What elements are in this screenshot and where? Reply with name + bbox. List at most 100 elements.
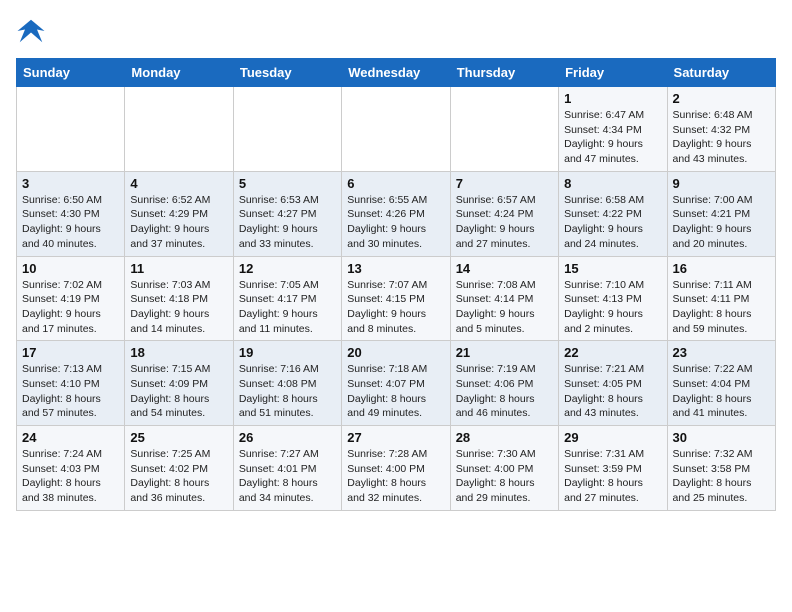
weekday-header-row: SundayMondayTuesdayWednesdayThursdayFrid… — [17, 59, 776, 87]
weekday-header-monday: Monday — [125, 59, 233, 87]
day-cell — [450, 87, 558, 172]
day-info: Sunrise: 7:10 AMSunset: 4:13 PMDaylight:… — [564, 278, 661, 337]
day-info: Sunrise: 7:28 AMSunset: 4:00 PMDaylight:… — [347, 447, 444, 506]
day-info: Sunrise: 6:53 AMSunset: 4:27 PMDaylight:… — [239, 193, 336, 252]
logo-icon — [16, 16, 46, 46]
day-info: Sunrise: 6:57 AMSunset: 4:24 PMDaylight:… — [456, 193, 553, 252]
day-info: Sunrise: 7:15 AMSunset: 4:09 PMDaylight:… — [130, 362, 227, 421]
day-number: 18 — [130, 345, 227, 360]
day-info: Sunrise: 6:55 AMSunset: 4:26 PMDaylight:… — [347, 193, 444, 252]
week-row-5: 24Sunrise: 7:24 AMSunset: 4:03 PMDayligh… — [17, 426, 776, 511]
day-cell: 4 Sunrise: 6:52 AMSunset: 4:29 PMDaylight… — [125, 171, 233, 256]
day-number: 10 — [22, 261, 119, 276]
weekday-header-friday: Friday — [559, 59, 667, 87]
week-row-1: 1 Sunrise: 6:47 AMSunset: 4:34 PMDaylight… — [17, 87, 776, 172]
day-cell: 29 Sunrise: 7:31 AMSunset: 3:59 PMDayligh… — [559, 426, 667, 511]
day-info: Sunrise: 7:27 AMSunset: 4:01 PMDaylight:… — [239, 447, 336, 506]
day-info: Sunrise: 6:47 AMSunset: 4:34 PMDaylight:… — [564, 108, 661, 167]
calendar-table: SundayMondayTuesdayWednesdayThursdayFrid… — [16, 58, 776, 511]
day-number: 21 — [456, 345, 553, 360]
weekday-header-saturday: Saturday — [667, 59, 775, 87]
day-cell: 17 Sunrise: 7:13 AMSunset: 4:10 PMDayligh… — [17, 341, 125, 426]
day-cell — [233, 87, 341, 172]
day-number: 30 — [673, 430, 770, 445]
day-cell: 19 Sunrise: 7:16 AMSunset: 4:08 PMDayligh… — [233, 341, 341, 426]
day-number: 12 — [239, 261, 336, 276]
day-info: Sunrise: 6:52 AMSunset: 4:29 PMDaylight:… — [130, 193, 227, 252]
day-cell — [125, 87, 233, 172]
day-cell: 15 Sunrise: 7:10 AMSunset: 4:13 PMDayligh… — [559, 256, 667, 341]
week-row-3: 10 Sunrise: 7:02 AMSunset: 4:19 PMDayligh… — [17, 256, 776, 341]
day-cell — [17, 87, 125, 172]
day-number: 8 — [564, 176, 661, 191]
day-cell — [342, 87, 450, 172]
day-cell: 3 Sunrise: 6:50 AMSunset: 4:30 PMDaylight… — [17, 171, 125, 256]
day-cell: 6 Sunrise: 6:55 AMSunset: 4:26 PMDaylight… — [342, 171, 450, 256]
day-cell: 21 Sunrise: 7:19 AMSunset: 4:06 PMDayligh… — [450, 341, 558, 426]
weekday-header-tuesday: Tuesday — [233, 59, 341, 87]
day-cell: 11 Sunrise: 7:03 AMSunset: 4:18 PMDayligh… — [125, 256, 233, 341]
weekday-header-wednesday: Wednesday — [342, 59, 450, 87]
day-info: Sunrise: 6:58 AMSunset: 4:22 PMDaylight:… — [564, 193, 661, 252]
day-info: Sunrise: 7:02 AMSunset: 4:19 PMDaylight:… — [22, 278, 119, 337]
day-number: 5 — [239, 176, 336, 191]
day-number: 15 — [564, 261, 661, 276]
week-row-4: 17 Sunrise: 7:13 AMSunset: 4:10 PMDayligh… — [17, 341, 776, 426]
day-cell: 14 Sunrise: 7:08 AMSunset: 4:14 PMDayligh… — [450, 256, 558, 341]
day-info: Sunrise: 7:19 AMSunset: 4:06 PMDaylight:… — [456, 362, 553, 421]
weekday-header-thursday: Thursday — [450, 59, 558, 87]
day-cell: 18 Sunrise: 7:15 AMSunset: 4:09 PMDayligh… — [125, 341, 233, 426]
day-info: Sunrise: 7:07 AMSunset: 4:15 PMDaylight:… — [347, 278, 444, 337]
day-cell: 9Sunrise: 7:00 AMSunset: 4:21 PMDaylight… — [667, 171, 775, 256]
day-number: 13 — [347, 261, 444, 276]
day-info: Sunrise: 7:21 AMSunset: 4:05 PMDaylight:… — [564, 362, 661, 421]
day-number: 27 — [347, 430, 444, 445]
day-cell: 24Sunrise: 7:24 AMSunset: 4:03 PMDayligh… — [17, 426, 125, 511]
day-info: Sunrise: 6:48 AMSunset: 4:32 PMDaylight:… — [673, 108, 770, 167]
day-number: 19 — [239, 345, 336, 360]
day-info: Sunrise: 7:22 AMSunset: 4:04 PMDaylight:… — [673, 362, 770, 421]
day-number: 11 — [130, 261, 227, 276]
day-number: 22 — [564, 345, 661, 360]
day-info: Sunrise: 7:16 AMSunset: 4:08 PMDaylight:… — [239, 362, 336, 421]
day-number: 23 — [673, 345, 770, 360]
weekday-header-sunday: Sunday — [17, 59, 125, 87]
day-cell: 1 Sunrise: 6:47 AMSunset: 4:34 PMDaylight… — [559, 87, 667, 172]
day-number: 4 — [130, 176, 227, 191]
day-number: 2 — [673, 91, 770, 106]
day-number: 3 — [22, 176, 119, 191]
day-info: Sunrise: 7:05 AMSunset: 4:17 PMDaylight:… — [239, 278, 336, 337]
day-cell: 8 Sunrise: 6:58 AMSunset: 4:22 PMDaylight… — [559, 171, 667, 256]
day-number: 14 — [456, 261, 553, 276]
day-cell: 2 Sunrise: 6:48 AMSunset: 4:32 PMDaylight… — [667, 87, 775, 172]
day-info: Sunrise: 7:13 AMSunset: 4:10 PMDaylight:… — [22, 362, 119, 421]
day-cell: 10 Sunrise: 7:02 AMSunset: 4:19 PMDayligh… — [17, 256, 125, 341]
day-cell: 7Sunrise: 6:57 AMSunset: 4:24 PMDaylight… — [450, 171, 558, 256]
day-cell: 12 Sunrise: 7:05 AMSunset: 4:17 PMDayligh… — [233, 256, 341, 341]
day-number: 26 — [239, 430, 336, 445]
day-info: Sunrise: 7:30 AMSunset: 4:00 PMDaylight:… — [456, 447, 553, 506]
day-cell: 23 Sunrise: 7:22 AMSunset: 4:04 PMDayligh… — [667, 341, 775, 426]
day-info: Sunrise: 7:24 AMSunset: 4:03 PMDaylight:… — [22, 447, 119, 506]
day-info: Sunrise: 7:11 AMSunset: 4:11 PMDaylight:… — [673, 278, 770, 337]
day-cell: 16 Sunrise: 7:11 AMSunset: 4:11 PMDayligh… — [667, 256, 775, 341]
day-info: Sunrise: 6:50 AMSunset: 4:30 PMDaylight:… — [22, 193, 119, 252]
page-header — [16, 16, 776, 46]
day-info: Sunrise: 7:03 AMSunset: 4:18 PMDaylight:… — [130, 278, 227, 337]
day-info: Sunrise: 7:08 AMSunset: 4:14 PMDaylight:… — [456, 278, 553, 337]
day-number: 29 — [564, 430, 661, 445]
day-cell: 26 Sunrise: 7:27 AMSunset: 4:01 PMDayligh… — [233, 426, 341, 511]
day-number: 17 — [22, 345, 119, 360]
day-cell: 27 Sunrise: 7:28 AMSunset: 4:00 PMDayligh… — [342, 426, 450, 511]
day-number: 1 — [564, 91, 661, 106]
day-number: 28 — [456, 430, 553, 445]
day-number: 9 — [673, 176, 770, 191]
day-number: 6 — [347, 176, 444, 191]
day-info: Sunrise: 7:31 AMSunset: 3:59 PMDaylight:… — [564, 447, 661, 506]
day-cell: 22 Sunrise: 7:21 AMSunset: 4:05 PMDayligh… — [559, 341, 667, 426]
day-cell: 25Sunrise: 7:25 AMSunset: 4:02 PMDayligh… — [125, 426, 233, 511]
day-number: 16 — [673, 261, 770, 276]
day-info: Sunrise: 7:32 AMSunset: 3:58 PMDaylight:… — [673, 447, 770, 506]
logo — [16, 16, 52, 46]
day-cell: 13 Sunrise: 7:07 AMSunset: 4:15 PMDayligh… — [342, 256, 450, 341]
